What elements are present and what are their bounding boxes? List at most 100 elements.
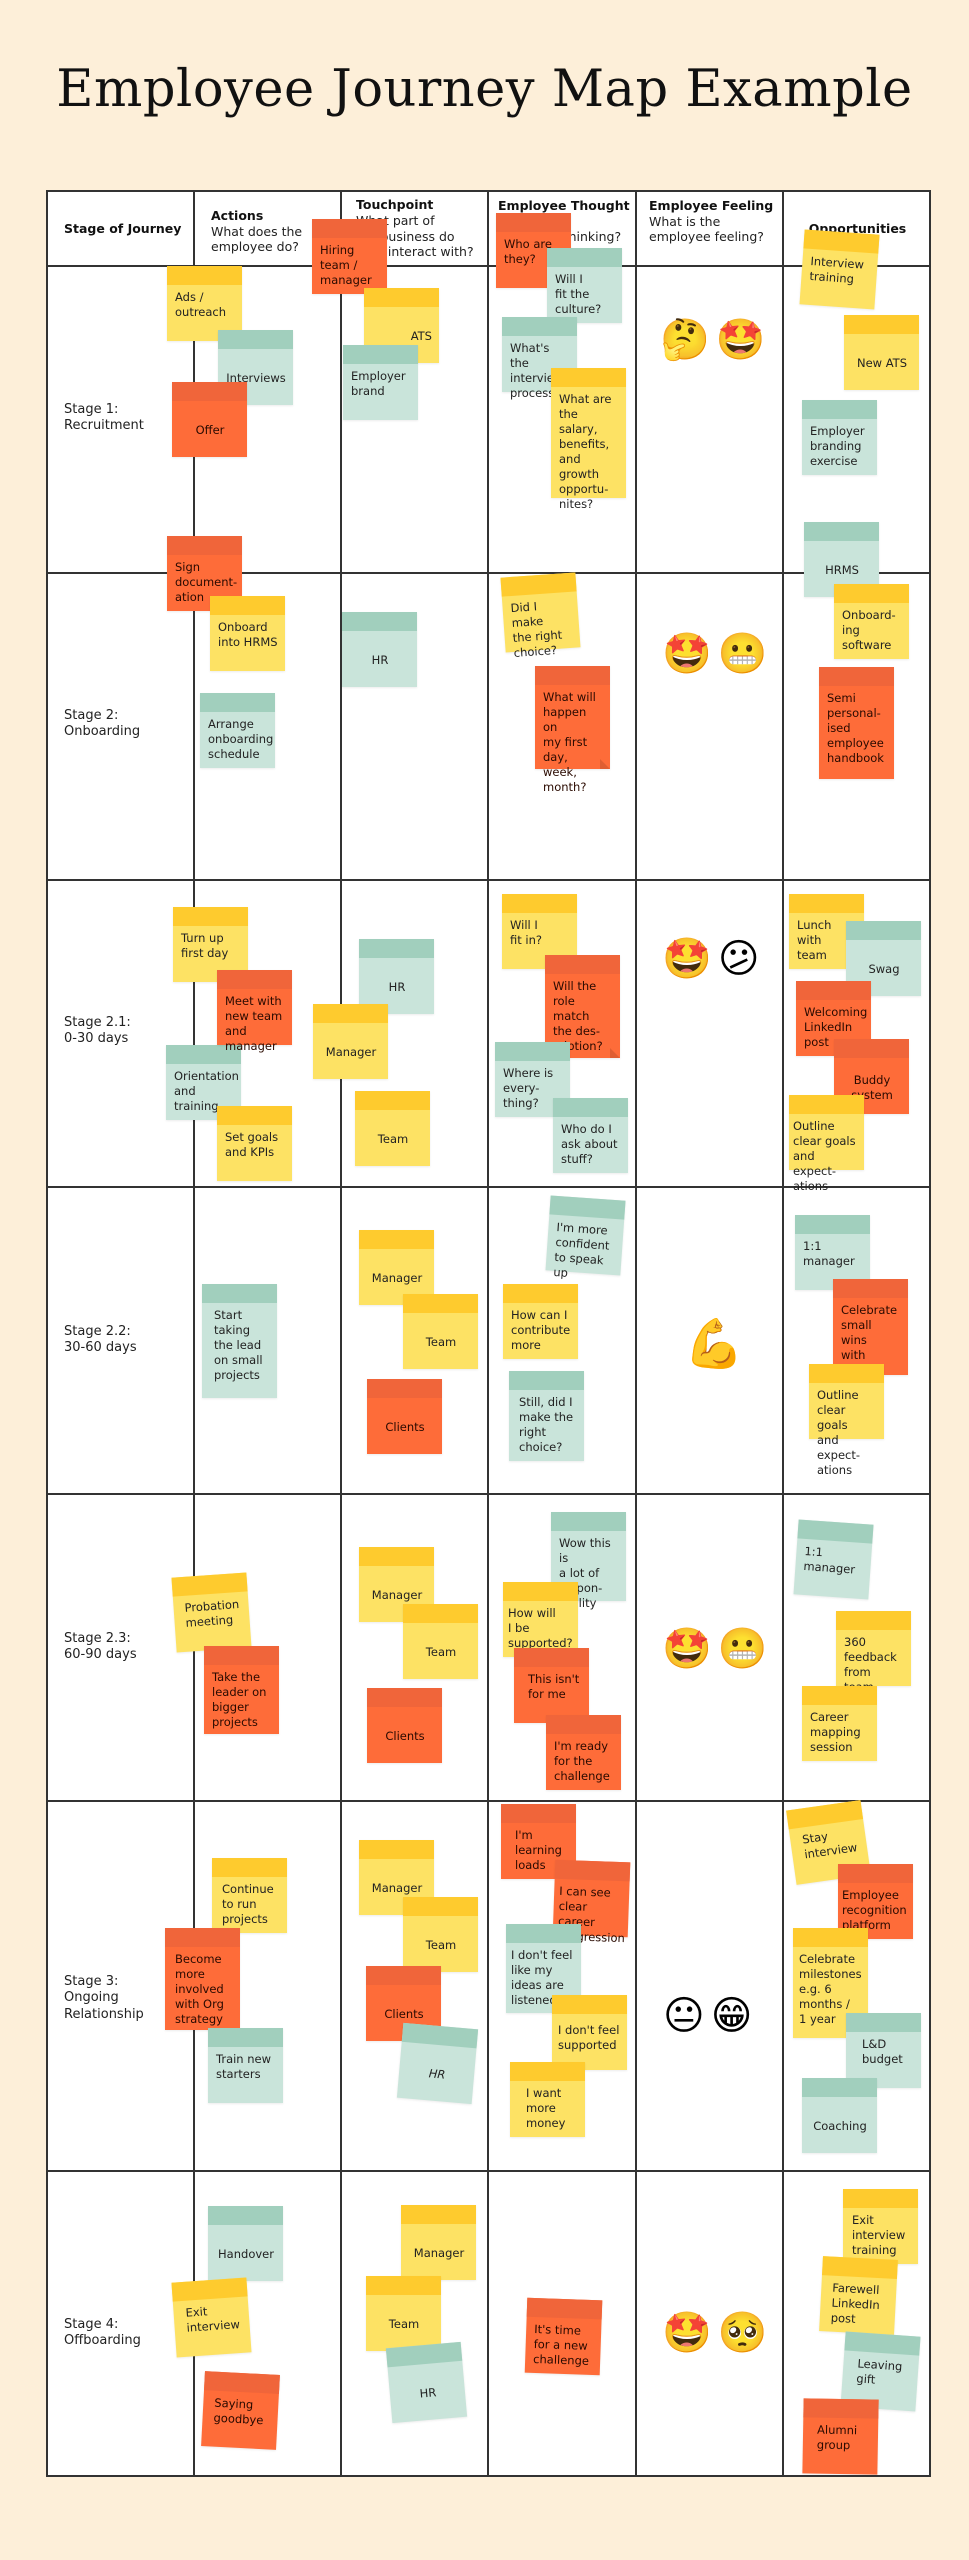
sticky-note-opportunity[interactable]: L&D budget — [846, 2013, 921, 2088]
header-employee-feeling: Employee Feeling What is the employee fe… — [637, 192, 782, 265]
sticky-note-opportunity[interactable]: Semi personal- ised employee handbook — [819, 667, 894, 779]
feeling-emojis: 🤩 😕 — [662, 939, 760, 979]
header-title: Stage of Journey — [64, 220, 182, 236]
stage-label: Stage 2: Onboarding — [64, 708, 141, 740]
header-title: Employee Thought — [498, 198, 630, 213]
sticky-note-touchpoint[interactable]: Team — [403, 1604, 478, 1679]
stage-label: Stage 3: Ongoing Relationship — [64, 1974, 144, 2022]
feeling-emojis: 🤩 😬 — [662, 634, 768, 674]
header-subtitle: What is the employee feeling? — [649, 213, 764, 245]
sticky-note-thought[interactable]: I'm ready for the challenge — [546, 1715, 621, 1790]
feeling-emojis: 🤔 🤩 — [660, 320, 766, 360]
sticky-note-opportunity[interactable]: Onboard- ing software — [834, 584, 909, 659]
sticky-note-touchpoint[interactable]: Clients — [367, 1379, 442, 1454]
sticky-note-action[interactable]: Become more involved with Org strategy — [165, 1928, 240, 2030]
sticky-note-opportunity[interactable]: Coaching — [802, 2078, 877, 2153]
journey-map-table: Stage of Journey Actions What does the e… — [46, 190, 931, 2477]
confused-face-icon: 😕 — [717, 936, 760, 982]
feeling-emojis: 🤩 😬 — [662, 1629, 768, 1669]
sticky-note-action[interactable]: Meet with new team and manager — [217, 970, 292, 1053]
sticky-note-touchpoint[interactable]: HR — [342, 612, 417, 687]
star-struck-icon: 🤩 — [662, 2310, 712, 2356]
sticky-note-thought[interactable]: How can I contribute more — [503, 1284, 578, 1359]
header-title: Employee Feeling — [649, 198, 774, 213]
stage-label: Stage 2.3: 60-90 days — [64, 1631, 137, 1663]
sticky-note-thought[interactable]: This isn't for me — [514, 1648, 589, 1723]
header-title: Touchpoint — [356, 197, 434, 213]
sticky-note-thought[interactable]: What will happen on my first day, week, … — [535, 666, 610, 794]
sticky-note-opportunity[interactable]: New ATS — [844, 315, 919, 390]
sticky-note-action[interactable]: Train new starters — [208, 2028, 283, 2103]
thinking-face-icon: 🤔 — [660, 317, 710, 363]
sticky-note-opportunity[interactable]: Interview training — [799, 229, 880, 310]
star-struck-icon: 🤩 — [662, 631, 712, 677]
sticky-note-thought[interactable]: I'm more confident to speak up — [545, 1195, 626, 1280]
sticky-note-opportunity[interactable]: Farewell LinkedIn post — [819, 2256, 898, 2335]
sticky-note-action[interactable]: Start taking the lead on small projects — [202, 1284, 277, 1398]
flexed-biceps-icon: 💪 — [684, 1316, 744, 1372]
feeling-emojis: 💪 — [684, 1320, 744, 1368]
sticky-note-opportunity[interactable]: Exit interview training — [843, 2189, 918, 2264]
sticky-note-touchpoint[interactable]: Clients — [367, 1688, 442, 1763]
column-divider — [635, 192, 637, 2475]
sticky-note-opportunity[interactable]: Alumni group — [802, 2398, 879, 2475]
sticky-note-touchpoint[interactable]: HR — [359, 939, 434, 1014]
sticky-note-action[interactable]: Continue to run projects — [212, 1858, 287, 1933]
sticky-note-thought[interactable]: I want more money — [510, 2062, 585, 2137]
column-divider — [193, 192, 195, 2475]
grinning-face-smiling-eyes-icon: 😁 — [710, 1993, 753, 2039]
stage-label: Stage 2.1: 0-30 days — [64, 1015, 131, 1047]
page-title: Employee Journey Map Example — [56, 60, 913, 119]
sticky-note-thought[interactable]: How will I be supported? — [503, 1582, 578, 1657]
row-divider — [48, 879, 929, 881]
sticky-note-opportunity[interactable]: Outline clear goals and expect- ations — [789, 1095, 864, 1193]
column-divider — [340, 192, 342, 2475]
sticky-note-action[interactable]: Set goals and KPIs — [217, 1106, 292, 1181]
sticky-note-action[interactable]: Offer — [172, 382, 247, 457]
sticky-note-touchpoint[interactable]: Manager — [401, 2205, 476, 2280]
sticky-note-thought[interactable]: What are the salary, benefits, and growt… — [551, 368, 626, 511]
stage-label: Stage 1: Recruitment — [64, 402, 144, 434]
sticky-note-touchpoint[interactable]: Team — [355, 1091, 430, 1166]
feeling-emojis: 🤩 🥺 — [662, 2313, 768, 2353]
column-divider — [487, 192, 489, 2475]
row-divider — [48, 1493, 929, 1495]
row-divider — [48, 2170, 929, 2172]
sticky-note-action[interactable]: Probation meeting — [171, 1572, 252, 1653]
sticky-note-thought[interactable]: I don't feel supported — [552, 1995, 627, 2070]
pleading-face-icon: 🥺 — [717, 2310, 768, 2356]
sticky-note-action[interactable]: Take the leader on bigger projects — [204, 1646, 279, 1734]
sticky-note-opportunity[interactable]: Celebrate small wins with Friday treat — [833, 1279, 908, 1392]
sticky-note-thought[interactable]: Still, did I make the right choice? — [509, 1371, 584, 1461]
sticky-note-thought[interactable]: Did I make the right choice? — [500, 572, 581, 660]
sticky-note-touchpoint[interactable]: Employer brand — [343, 345, 418, 420]
sticky-note-thought[interactable]: It's time for a new challenge — [524, 2297, 603, 2376]
grimacing-face-icon: 😬 — [717, 1626, 768, 1672]
sticky-note-touchpoint[interactable]: Manager — [313, 1004, 388, 1079]
sticky-note-opportunity[interactable]: Employer branding exercise — [802, 400, 877, 475]
sticky-note-touchpoint[interactable]: Team — [403, 1294, 478, 1369]
sticky-note-touchpoint[interactable]: HR — [385, 2341, 468, 2424]
sticky-note-opportunity[interactable]: Career mapping session — [802, 1686, 877, 1761]
sticky-note-action[interactable]: Handover — [208, 2206, 283, 2281]
sticky-note-touchpoint[interactable]: Hiring team / manager — [312, 219, 387, 294]
sticky-note-touchpoint[interactable]: Team — [366, 2276, 441, 2351]
sticky-note-opportunity[interactable]: 1:1 manager — [793, 1519, 874, 1600]
star-struck-icon: 🤩 — [662, 1626, 712, 1672]
sticky-note-action[interactable]: Exit interview — [171, 2277, 252, 2358]
sticky-note-opportunity[interactable]: Outline clear goals and expect- ations — [809, 1364, 884, 1477]
sticky-note-thought[interactable]: Will I fit the culture? — [547, 248, 622, 323]
star-struck-icon: 🤩 — [662, 936, 712, 982]
sticky-note-touchpoint[interactable]: Team — [403, 1897, 478, 1972]
grimacing-face-icon: 😬 — [717, 631, 768, 677]
sticky-note-action[interactable]: Saying goodbye — [201, 2371, 280, 2450]
sticky-note-action[interactable]: Onboard into HRMS — [210, 596, 285, 671]
row-divider — [48, 1800, 929, 1802]
sticky-note-opportunity[interactable]: 360 feedback from team — [836, 1611, 911, 1694]
star-struck-icon: 🤩 — [715, 317, 766, 363]
sticky-note-action[interactable]: Arrange onboarding schedule — [200, 693, 275, 768]
stage-label: Stage 2.2: 30-60 days — [64, 1324, 137, 1356]
sticky-note-touchpoint[interactable]: HR — [396, 2022, 479, 2105]
sticky-note-thought[interactable]: Who do I ask about stuff? — [553, 1098, 628, 1173]
column-divider — [782, 192, 784, 2475]
